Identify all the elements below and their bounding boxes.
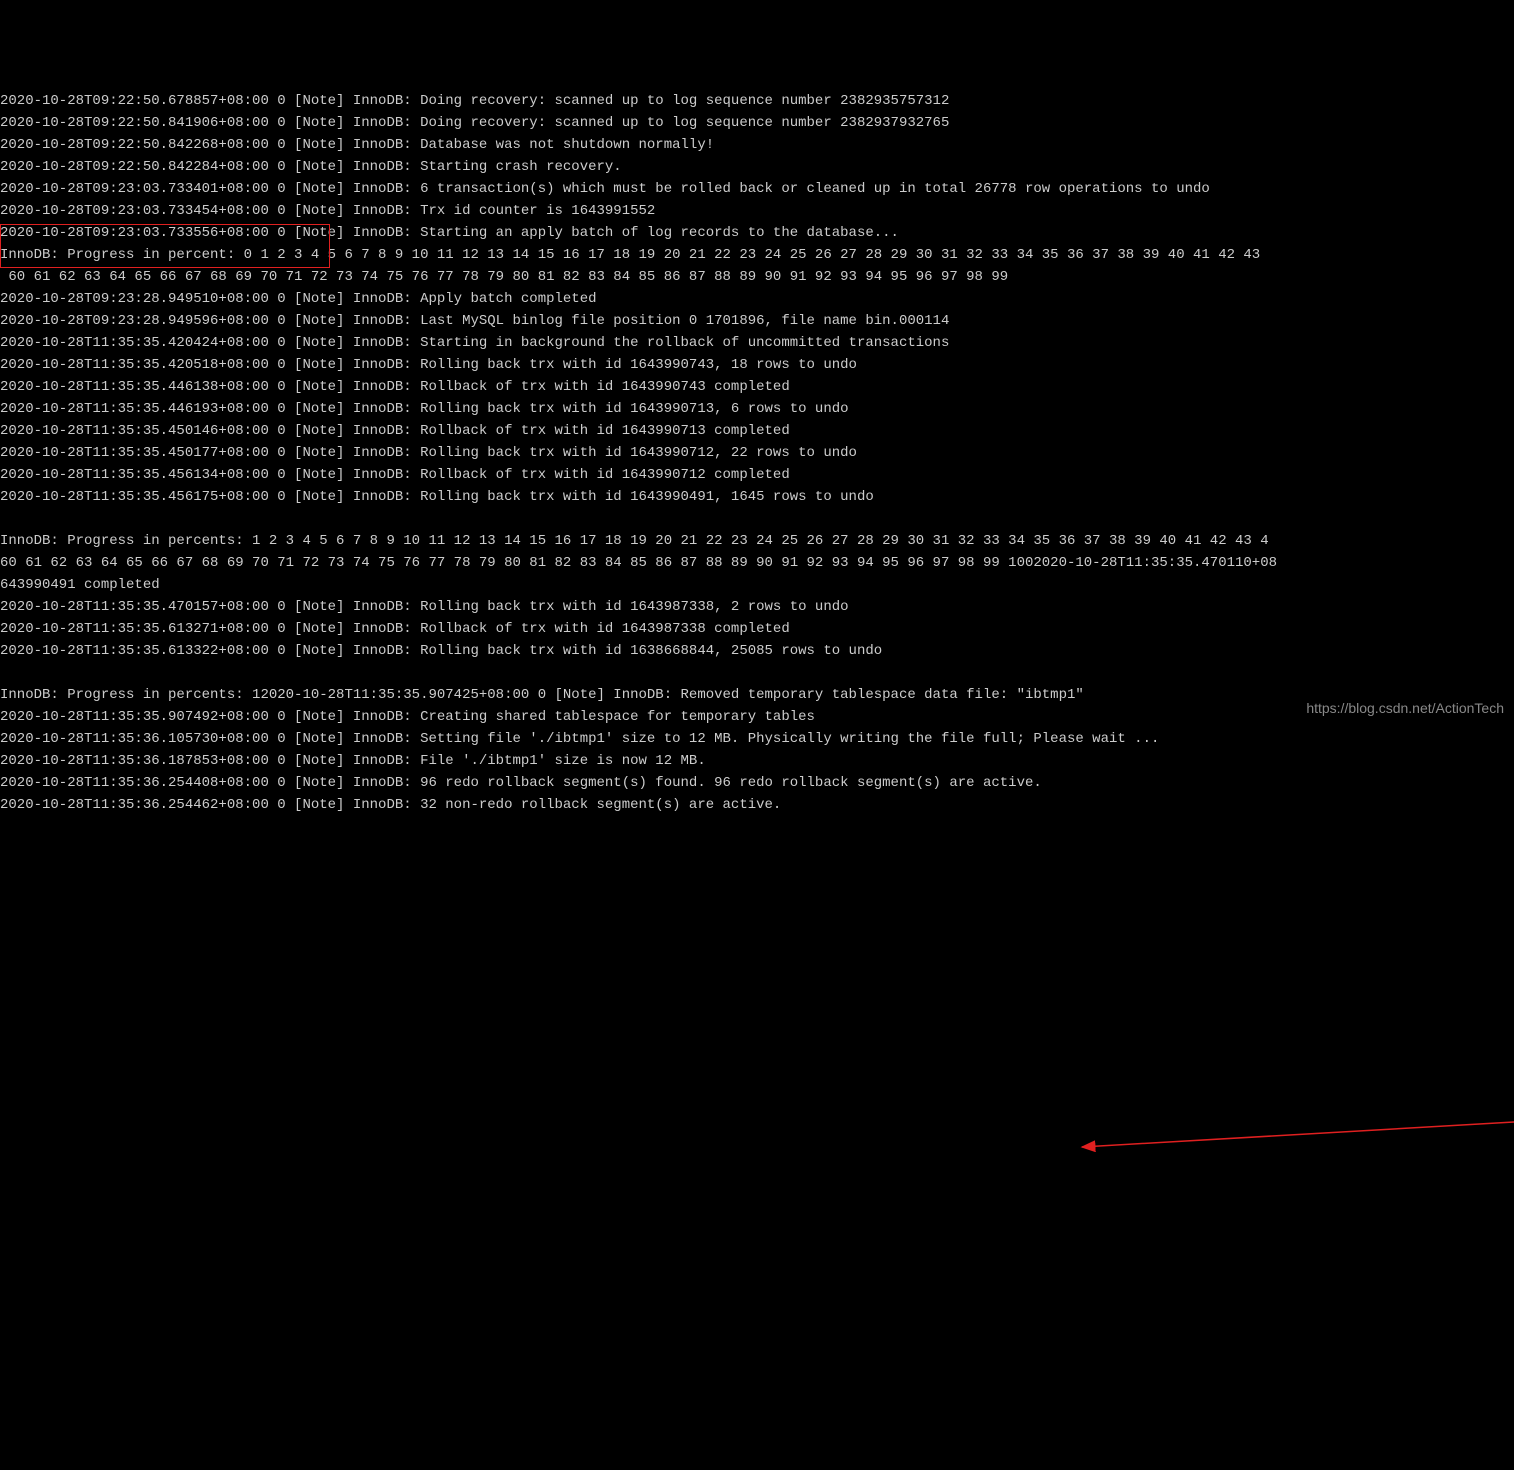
- log-line: 2020-10-28T09:23:03.733401+08:00 0 [Note…: [0, 178, 1514, 200]
- log-line: 60 61 62 63 64 65 66 67 68 69 70 71 72 7…: [0, 266, 1514, 288]
- log-line: 2020-10-28T11:35:35.446193+08:00 0 [Note…: [0, 398, 1514, 420]
- log-line: 2020-10-28T11:35:35.420424+08:00 0 [Note…: [0, 332, 1514, 354]
- log-line: 2020-10-28T11:35:36.105730+08:00 0 [Note…: [0, 728, 1514, 750]
- log-line: InnoDB: Progress in percent: 0 1 2 3 4 5…: [0, 244, 1514, 266]
- log-line: 2020-10-28T09:23:28.949596+08:00 0 [Note…: [0, 310, 1514, 332]
- log-line: InnoDB: Progress in percents: 1 2 3 4 5 …: [0, 530, 1514, 552]
- log-line: 2020-10-28T11:35:35.456134+08:00 0 [Note…: [0, 464, 1514, 486]
- log-line: 2020-10-28T11:35:35.613322+08:00 0 [Note…: [0, 640, 1514, 662]
- terminal-output: 2020-10-28T09:22:50.678857+08:00 0 [Note…: [0, 90, 1514, 816]
- log-line: 643990491 completed: [0, 574, 1514, 596]
- log-line: 2020-10-28T09:23:03.733556+08:00 0 [Note…: [0, 222, 1514, 244]
- log-line: 60 61 62 63 64 65 66 67 68 69 70 71 72 7…: [0, 552, 1514, 574]
- log-line: 2020-10-28T09:22:50.842284+08:00 0 [Note…: [0, 156, 1514, 178]
- log-line: 2020-10-28T09:23:03.733454+08:00 0 [Note…: [0, 200, 1514, 222]
- log-line: 2020-10-28T09:22:50.842268+08:00 0 [Note…: [0, 134, 1514, 156]
- arrow-annotation: [0, 904, 1514, 1470]
- log-line: 2020-10-28T11:35:36.187853+08:00 0 [Note…: [0, 750, 1514, 772]
- log-line: InnoDB: Progress in percents: 12020-10-2…: [0, 684, 1514, 706]
- log-line: 2020-10-28T11:35:35.470157+08:00 0 [Note…: [0, 596, 1514, 618]
- arrow-line: [1082, 1122, 1514, 1147]
- log-line: 2020-10-28T11:35:35.613271+08:00 0 [Note…: [0, 618, 1514, 640]
- log-line: 2020-10-28T11:35:35.456175+08:00 0 [Note…: [0, 486, 1514, 508]
- log-line: 2020-10-28T11:35:36.254408+08:00 0 [Note…: [0, 772, 1514, 794]
- log-line: 2020-10-28T11:35:36.254462+08:00 0 [Note…: [0, 794, 1514, 816]
- log-line: 2020-10-28T11:35:35.450177+08:00 0 [Note…: [0, 442, 1514, 464]
- log-line: 2020-10-28T09:22:50.678857+08:00 0 [Note…: [0, 90, 1514, 112]
- log-line: [0, 508, 1514, 530]
- log-line: 2020-10-28T11:35:35.420518+08:00 0 [Note…: [0, 354, 1514, 376]
- log-line: 2020-10-28T11:35:35.446138+08:00 0 [Note…: [0, 376, 1514, 398]
- log-line: 2020-10-28T09:23:28.949510+08:00 0 [Note…: [0, 288, 1514, 310]
- watermark-text: https://blog.csdn.net/ActionTech: [1306, 697, 1504, 719]
- log-line: 2020-10-28T09:22:50.841906+08:00 0 [Note…: [0, 112, 1514, 134]
- log-line: 2020-10-28T11:35:35.907492+08:00 0 [Note…: [0, 706, 1514, 728]
- log-line: 2020-10-28T11:35:35.450146+08:00 0 [Note…: [0, 420, 1514, 442]
- log-line: [0, 662, 1514, 684]
